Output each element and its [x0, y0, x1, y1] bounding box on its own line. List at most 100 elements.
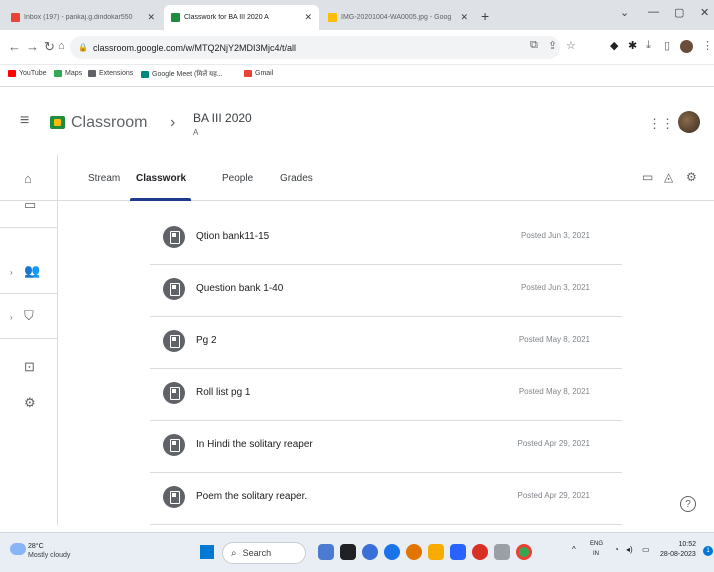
- browser-tab-classwork[interactable]: Classwork for BA III 2020 A ✕: [164, 5, 319, 30]
- bookmark-gmail[interactable]: Gmail: [244, 70, 273, 77]
- settings-gear-icon[interactable]: ⚙: [686, 170, 697, 184]
- calendar-icon[interactable]: ▭: [24, 197, 36, 213]
- enrolled-graduation-cap-icon[interactable]: ⛉: [24, 308, 34, 324]
- browser-tab-gmail[interactable]: Inbox (197) - pankaj.g.dindokar550 ✕: [4, 5, 162, 30]
- more-menu-icon[interactable]: ⋮: [702, 39, 713, 52]
- notification-badge[interactable]: 1: [703, 546, 713, 556]
- battery-icon[interactable]: ▭: [642, 545, 650, 554]
- home-icon[interactable]: ⌂: [24, 171, 32, 186]
- close-tab-icon[interactable]: ✕: [460, 12, 468, 23]
- close-window-icon[interactable]: ✕: [700, 6, 709, 19]
- classwork-list: Qtion bank11-15 Posted Jun 3, 2021 Quest…: [150, 213, 622, 525]
- extensions-puzzle-icon: [88, 70, 96, 77]
- app-icon[interactable]: [450, 544, 466, 560]
- firefox-icon[interactable]: [406, 544, 422, 560]
- classwork-item[interactable]: Question bank 1-40 Posted Jun 3, 2021: [150, 265, 622, 317]
- language-primary[interactable]: ENG: [590, 541, 603, 547]
- classwork-item[interactable]: Qtion bank11-15 Posted Jun 3, 2021: [150, 213, 622, 265]
- bookmark-extensions[interactable]: Extensions: [88, 70, 133, 77]
- teaching-people-icon[interactable]: 👥: [24, 263, 40, 279]
- side-panel-icon[interactable]: ▯: [664, 39, 670, 52]
- bookmark-youtube[interactable]: YouTube: [8, 70, 47, 77]
- close-tab-icon[interactable]: ✕: [304, 12, 312, 23]
- profile-avatar[interactable]: [680, 40, 693, 53]
- tab-search-chevron-icon[interactable]: ⌄: [620, 6, 629, 19]
- extensions-puzzle-icon[interactable]: ✱: [628, 39, 637, 52]
- clock-time[interactable]: 10:52: [670, 541, 696, 548]
- forward-arrow-icon[interactable]: →: [26, 39, 39, 54]
- taskbar-search[interactable]: ⌕ Search: [222, 542, 306, 564]
- browser-tab-image[interactable]: IMG-20201004-WA0005.jpg - Goog ✕: [321, 5, 475, 30]
- tab-classwork[interactable]: Classwork: [136, 173, 186, 184]
- tab-people[interactable]: People: [222, 173, 253, 184]
- bookmark-maps[interactable]: Maps: [54, 70, 82, 77]
- search-icon: ⌕: [231, 547, 237, 559]
- back-arrow-icon[interactable]: ←: [8, 39, 21, 54]
- drive-folder-icon[interactable]: ◬: [664, 170, 673, 184]
- maps-icon: [54, 70, 62, 77]
- classwork-title: In Hindi the solitary reaper: [196, 439, 313, 450]
- classwork-title: Roll list pg 1: [196, 387, 251, 398]
- new-tab-icon[interactable]: +: [481, 8, 489, 24]
- wifi-icon[interactable]: ◔: [614, 545, 619, 554]
- weather-temperature[interactable]: 28°C: [28, 543, 44, 550]
- address-bar[interactable]: 🔒 classroom.google.com/w/MTQ2NjY2MDI3Mjc…: [70, 36, 560, 59]
- archived-classes-icon[interactable]: ⊡: [24, 359, 35, 375]
- bookmark-label: YouTube: [19, 70, 47, 77]
- file-explorer-icon[interactable]: [428, 544, 444, 560]
- classwork-item[interactable]: Poem the solitary reaper. Posted Apr 29,…: [150, 473, 622, 525]
- tab-label: Inbox (197) - pankaj.g.dindokar550: [24, 14, 133, 21]
- app-name[interactable]: Classroom: [71, 114, 147, 132]
- app-icon[interactable]: [318, 544, 334, 560]
- app-icon[interactable]: [340, 544, 356, 560]
- maximize-icon[interactable]: ▢: [674, 6, 684, 19]
- account-avatar[interactable]: [678, 111, 700, 133]
- gmail-icon: [244, 70, 252, 77]
- rail-divider: [0, 227, 58, 228]
- volume-icon[interactable]: ◂): [626, 545, 633, 554]
- tab-stream[interactable]: Stream: [88, 173, 120, 184]
- class-name[interactable]: BA III 2020: [193, 111, 252, 125]
- close-tab-icon[interactable]: ✕: [147, 12, 155, 23]
- reload-icon[interactable]: ↻: [44, 39, 55, 55]
- minimize-icon[interactable]: —: [648, 6, 659, 18]
- clock-date[interactable]: 28-08-2023: [660, 551, 696, 558]
- download-icon[interactable]: ⤓: [646, 39, 651, 52]
- classwork-date: Posted Apr 29, 2021: [517, 439, 591, 448]
- share-icon[interactable]: ⇪: [548, 39, 557, 52]
- show-hidden-icons-icon[interactable]: ^: [572, 545, 576, 554]
- calendar-icon[interactable]: ▭: [642, 170, 653, 184]
- install-app-icon[interactable]: ⧉: [530, 39, 538, 52]
- lock-icon: 🔒: [78, 43, 88, 52]
- classwork-item[interactable]: Roll list pg 1 Posted May 8, 2021: [150, 369, 622, 421]
- app-icon[interactable]: [494, 544, 510, 560]
- search-label: Search: [242, 548, 272, 558]
- bookmark-google-meet[interactable]: Google Meet (मिलें यह...: [141, 70, 223, 79]
- windows-start-icon[interactable]: [200, 545, 214, 559]
- tab-label: Classwork for BA III 2020 A: [184, 14, 269, 21]
- weather-cloud-icon[interactable]: [10, 543, 26, 555]
- help-icon[interactable]: ?: [680, 496, 696, 512]
- chrome-icon[interactable]: [516, 544, 532, 560]
- bookmark-star-icon[interactable]: ☆: [566, 39, 576, 52]
- extension-icon[interactable]: ◆: [610, 39, 618, 52]
- tab-grades[interactable]: Grades: [280, 173, 313, 184]
- expand-caret-icon[interactable]: ›: [10, 313, 13, 322]
- settings-gear-icon[interactable]: ⚙: [24, 395, 36, 411]
- classwork-date: Posted Apr 29, 2021: [517, 491, 591, 500]
- weather-description[interactable]: Mostly cloudy: [28, 552, 70, 559]
- classwork-item[interactable]: Pg 2 Posted May 8, 2021: [150, 317, 622, 369]
- class-section: A: [193, 128, 199, 137]
- edge-browser-icon[interactable]: [384, 544, 400, 560]
- language-region[interactable]: IN: [593, 551, 599, 557]
- main-menu-icon[interactable]: ≡: [20, 112, 29, 130]
- drive-favicon-icon: [328, 13, 337, 22]
- app-icon[interactable]: [472, 544, 488, 560]
- expand-caret-icon[interactable]: ›: [10, 268, 13, 277]
- bookmark-label: Google Meet (मिलें यह...: [152, 71, 223, 78]
- classwork-title: Qtion bank11-15: [196, 231, 270, 242]
- classroom-logo-icon[interactable]: [50, 116, 65, 129]
- app-icon[interactable]: [362, 544, 378, 560]
- home-icon[interactable]: ⌂: [58, 40, 65, 52]
- classwork-item[interactable]: In Hindi the solitary reaper Posted Apr …: [150, 421, 622, 473]
